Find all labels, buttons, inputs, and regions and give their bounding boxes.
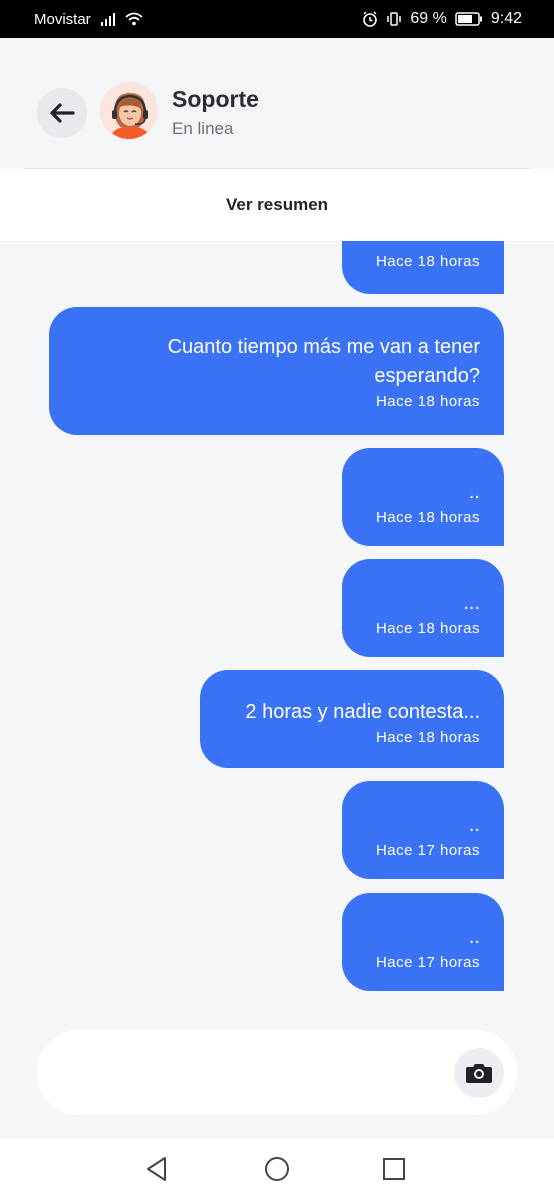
battery-icon — [455, 12, 482, 26]
summary-bar: Ver resumen — [0, 169, 554, 241]
nav-back-button[interactable] — [142, 1154, 172, 1184]
support-agent-icon — [101, 83, 157, 139]
message-text: .. — [468, 926, 480, 948]
back-arrow-icon — [50, 103, 75, 123]
message-time: Hace 18 horas — [375, 509, 480, 526]
message-time: Hace 18 horas — [375, 620, 480, 637]
message-bubble: Hace 18 horas — [342, 241, 504, 294]
message-time: Hace 18 horas — [375, 253, 480, 270]
system-nav-bar — [0, 1139, 554, 1200]
clock: 9:42 — [490, 10, 522, 27]
status-bar: Movistar 69 % 9:42 — [0, 0, 554, 38]
message-bubble: Cuanto tiempo más me van a tener esperan… — [49, 307, 504, 435]
message-time: Hace 18 horas — [375, 393, 480, 410]
chat-header: Soporte En linea — [0, 38, 554, 168]
message-bubble: 2 horas y nadie contesta... Hace 18 hora… — [200, 670, 504, 768]
nav-home-icon — [265, 1157, 289, 1181]
message-bubble: .. Hace 17 horas — [342, 893, 504, 991]
message-time: Hace 17 horas — [375, 842, 480, 859]
message-time: Hace 17 horas — [375, 954, 480, 971]
carrier-label: Movistar — [34, 10, 91, 28]
message-bubble: ... Hace 18 horas — [342, 559, 504, 657]
contact-name: Soporte — [172, 86, 259, 112]
message-time: Hace 18 horas — [375, 729, 480, 746]
signal-icon — [100, 12, 115, 26]
message-text: .. — [468, 814, 480, 836]
message-text: .. — [468, 481, 480, 503]
message-list[interactable]: Hace 18 horas Cuanto tiempo más me van a… — [0, 241, 554, 1030]
nav-back-icon — [147, 1157, 166, 1181]
camera-button[interactable] — [454, 1048, 504, 1098]
nav-recents-button[interactable] — [379, 1154, 409, 1184]
message-text: Cuanto tiempo más me van a tener esperan… — [167, 336, 480, 387]
avatar — [100, 82, 158, 140]
message-bubble: .. Hace 17 horas — [342, 781, 504, 879]
message-composer — [37, 1030, 517, 1115]
battery-percent: 69 % — [410, 10, 447, 27]
wifi-icon — [125, 12, 143, 26]
camera-icon — [466, 1064, 492, 1083]
back-button[interactable] — [37, 88, 87, 138]
nav-home-button[interactable] — [262, 1154, 292, 1184]
contact-status: En linea — [172, 119, 234, 138]
nav-recents-icon — [383, 1158, 405, 1180]
message-bubble: .. Hace 18 horas — [342, 448, 504, 546]
alarm-icon — [363, 11, 378, 27]
message-input[interactable] — [65, 1050, 445, 1094]
message-text: 2 horas y nadie contesta... — [245, 701, 480, 723]
message-text: ... — [463, 592, 480, 614]
view-summary-button[interactable]: Ver resumen — [226, 195, 328, 215]
vibrate-icon — [387, 12, 402, 26]
